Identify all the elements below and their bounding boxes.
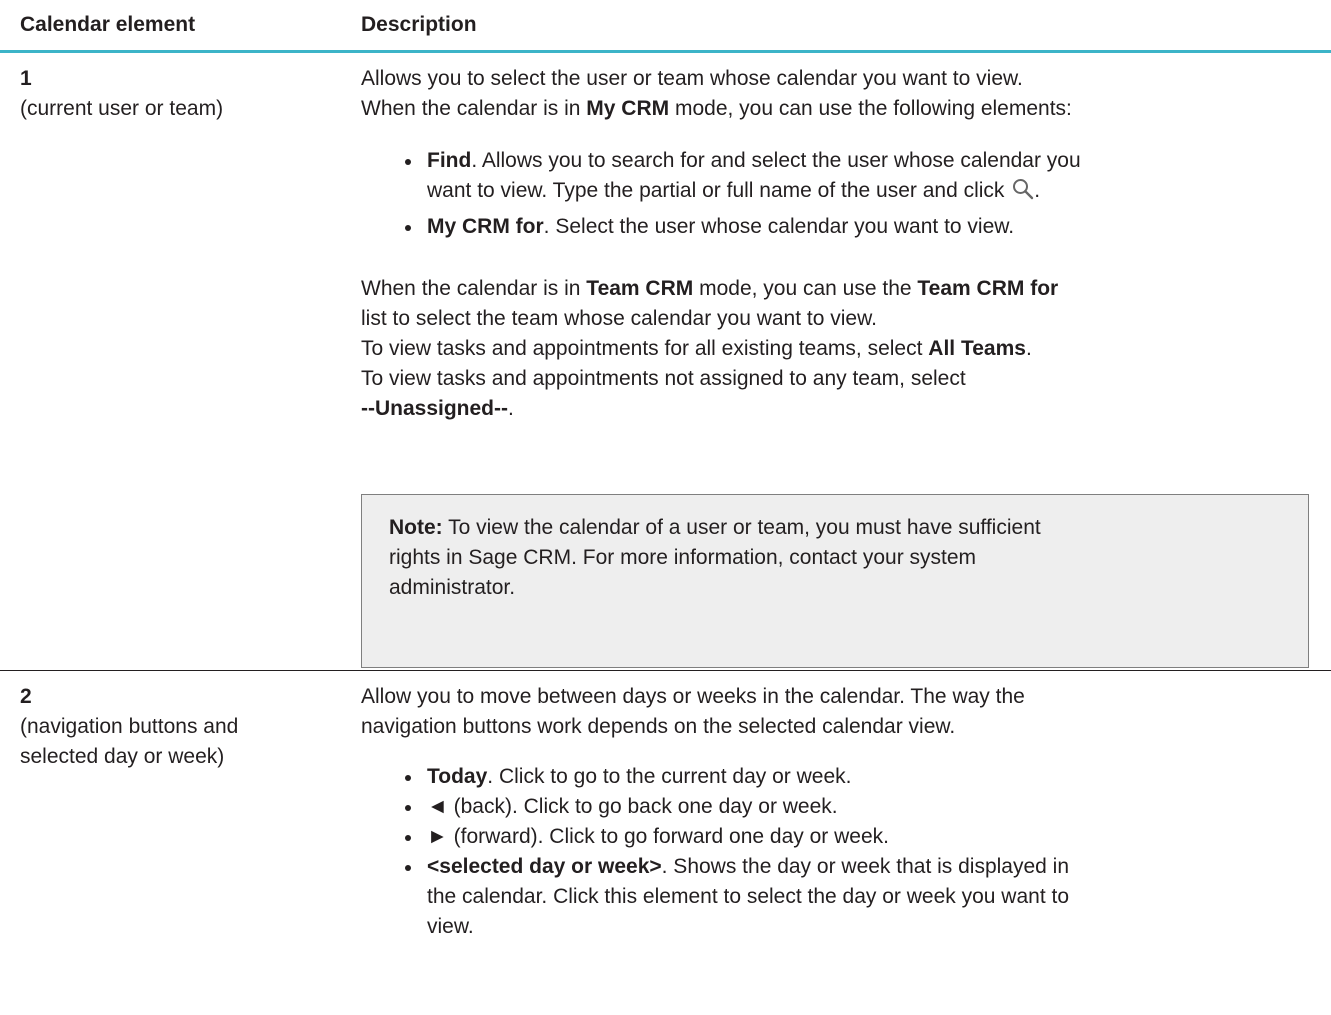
description-cell: Allows you to select the user or team wh… — [361, 64, 1311, 424]
calendar-elements-table: Calendar element Description 1 (current … — [0, 0, 1331, 1015]
element-cell: 2 (navigation buttons and selected day o… — [20, 682, 340, 772]
element-cell: 1 (current user or team) — [20, 64, 340, 124]
list-item: My CRM for. Select the user whose calend… — [361, 212, 1311, 242]
note-text: rights in Sage CRM. For more information… — [389, 546, 977, 569]
description-text: list to select the team whose calendar y… — [361, 307, 877, 330]
list-item: Find. Allows you to search for and selec… — [361, 146, 1311, 206]
table-header: Calendar element Description — [0, 0, 1331, 53]
table-row: 2 (navigation buttons and selected day o… — [0, 671, 1331, 1015]
element-caption: selected day or week) — [20, 745, 225, 768]
note-box: Note: To view the calendar of a user or … — [361, 494, 1309, 668]
note-text: administrator. — [389, 576, 516, 599]
list-item: <selected day or week>. Shows the day or… — [361, 852, 1311, 942]
header-calendar-element: Calendar element — [20, 13, 196, 36]
description-cell: Allow you to move between days or weeks … — [361, 682, 1311, 942]
description-text: navigation buttons work depends on the s… — [361, 715, 956, 738]
element-number: 2 — [20, 685, 32, 708]
options-list: Find. Allows you to search for and selec… — [361, 146, 1311, 242]
element-caption: (navigation buttons and — [20, 715, 239, 738]
description-text: To view tasks and appointments not assig… — [361, 367, 966, 390]
search-icon — [1012, 178, 1034, 200]
list-item: ◄ (back). Click to go back one day or we… — [361, 792, 1311, 822]
description-text: When the calendar is in Team CRM mode, y… — [361, 277, 1059, 300]
description-text: To view tasks and appointments for all e… — [361, 337, 1032, 360]
list-item: Today. Click to go to the current day or… — [361, 762, 1311, 792]
description-text: --Unassigned--. — [361, 397, 514, 420]
description-text: Allows you to select the user or team wh… — [361, 67, 1023, 90]
description-text: When the calendar is in My CRM mode, you… — [361, 97, 1072, 120]
table-row: 1 (current user or team) Allows you to s… — [0, 53, 1331, 671]
description-text: Allow you to move between days or weeks … — [361, 685, 1025, 708]
navigation-list: Today. Click to go to the current day or… — [361, 762, 1311, 942]
element-number: 1 — [20, 67, 32, 90]
header-description: Description — [361, 13, 477, 36]
list-item: ► (forward). Click to go forward one day… — [361, 822, 1311, 852]
note-text: Note: To view the calendar of a user or … — [389, 516, 1041, 539]
element-caption: (current user or team) — [20, 97, 224, 120]
